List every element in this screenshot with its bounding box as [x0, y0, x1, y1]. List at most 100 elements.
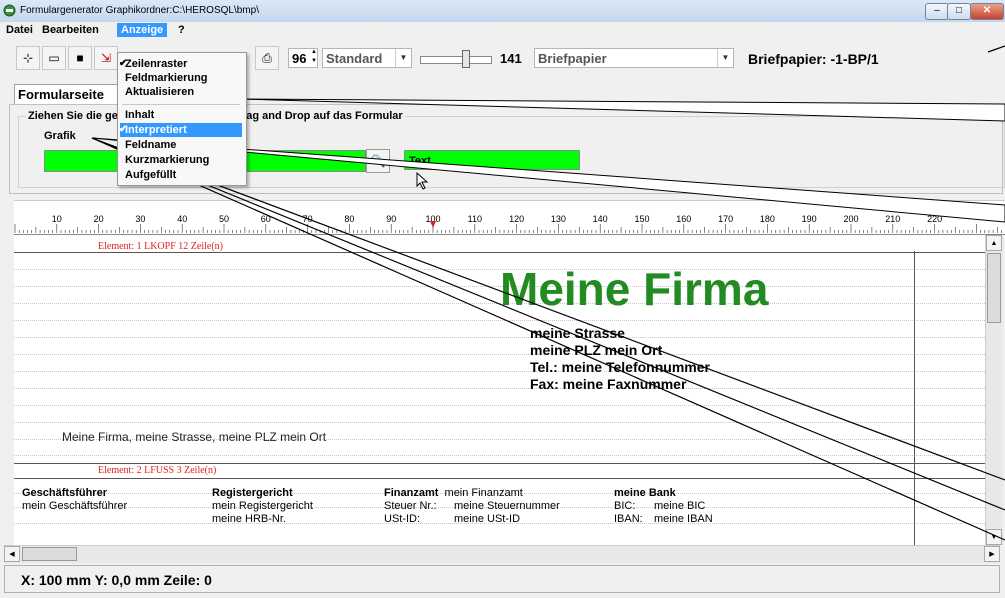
gf-value: mein Geschäftsführer	[22, 500, 128, 512]
chevron-down-icon[interactable]: ▼	[717, 49, 733, 67]
style-select[interactable]: Standard ▼	[322, 48, 412, 68]
scroll-down-icon[interactable]: ▼	[986, 529, 1002, 545]
ruler-label: 70	[303, 214, 313, 224]
app-icon	[3, 4, 16, 17]
scroll-right-icon[interactable]: ▶	[984, 546, 1000, 562]
ruler-label: 110	[468, 214, 482, 224]
iban-label: IBAN:	[614, 513, 643, 525]
vertical-scroll-thumb[interactable]	[987, 253, 1001, 323]
margin-line	[914, 251, 915, 545]
scroll-up-icon[interactable]: ▲	[986, 235, 1002, 251]
menu-help[interactable]: ?	[174, 23, 189, 37]
grid-row-line	[14, 388, 989, 389]
ruler-label: 20	[94, 214, 104, 224]
ruler-label: 90	[386, 214, 396, 224]
st-label: Steuer Nr.:	[384, 500, 437, 512]
menu-item-aufgefuellt[interactable]: Aufgefüllt	[120, 168, 242, 182]
vertical-scrollbar[interactable]: ▲ ▼	[985, 235, 1003, 545]
open-icon[interactable]: ▭	[42, 46, 66, 70]
ruler-label: 30	[135, 214, 145, 224]
minimize-button[interactable]: –	[925, 3, 949, 20]
check-icon: ✔	[119, 58, 128, 69]
footer-col-fa-values: meine Steuernummer meine USt-ID	[454, 500, 560, 526]
horizontal-scrollbar[interactable]: ◀ ▶	[4, 545, 1000, 563]
menu-item-aktualisieren[interactable]: Aktualisieren	[120, 85, 242, 99]
status-bar: X: 100 mm Y: 0,0 mm Zeile: 0	[4, 565, 1000, 593]
ruler-scale: 10 20 30 40 50 60 70 80 90 100 110 120 130 140 150 160 1…	[14, 214, 1002, 233]
ruler-label: 210	[885, 214, 900, 224]
footer-col-bank-values: meine BIC meine IBAN	[654, 500, 713, 526]
export-icon[interactable]: ⇲	[94, 46, 118, 70]
bic-value: meine BIC	[654, 500, 706, 512]
print-icon[interactable]: ⎙	[255, 46, 279, 70]
title-bar: Formulargenerator Graphikordner:C:\HEROS…	[0, 0, 1005, 23]
element-1-label: Element: 1 LKOPF 12 Zeile(n)	[98, 241, 223, 252]
gf-heading: Geschäftsführer	[22, 487, 107, 499]
chevron-down-icon[interactable]: ▼	[395, 49, 411, 67]
fa-heading: Finanzamt	[384, 487, 439, 499]
save-icon[interactable]: ■	[68, 46, 92, 70]
menu-item-zeilenraster[interactable]: ✔ Zeilenraster	[119, 57, 242, 71]
element-2-label: Element: 2 LFUSS 3 Zeile(n)	[98, 465, 217, 476]
grafik-label: Grafik	[44, 130, 76, 142]
grid-row-line	[14, 405, 989, 406]
menu-item-interpretiert[interactable]: ✔ Interpretiert	[119, 123, 242, 137]
header-bottom-line	[14, 463, 989, 464]
st-value: meine Steuernummer	[454, 500, 560, 512]
ruler-label: 170	[718, 214, 733, 224]
zoom-spinner-icon[interactable]: ▲ ▼	[310, 48, 318, 68]
tab-formularseite[interactable]: Formularseite	[14, 84, 124, 104]
grid-row-line	[14, 337, 989, 338]
ruler-label: 120	[509, 214, 524, 224]
ruler-label: 160	[676, 214, 691, 224]
address-street: meine Strasse	[530, 325, 625, 341]
cursor-icon	[416, 172, 429, 190]
ruler-label: 10	[52, 214, 62, 224]
maximize-button[interactable]: □	[947, 3, 971, 20]
scroll-left-icon[interactable]: ◀	[4, 546, 20, 562]
grid-row-line	[14, 455, 989, 456]
bank-heading: meine Bank	[614, 487, 676, 499]
window-title: Formulargenerator Graphikordner:C:\HEROS…	[20, 5, 259, 16]
element-2-divider	[14, 478, 989, 479]
check-icon: ✔	[119, 124, 128, 135]
menu-bar: Datei Bearbeiten Anzeige ?	[0, 22, 1005, 38]
text-field[interactable]: Text	[404, 150, 580, 170]
bic-label: BIC:	[614, 500, 636, 512]
horizontal-scroll-thumb[interactable]	[22, 547, 77, 561]
fa-value: mein Finanzamt	[444, 487, 523, 499]
reg-value-2: meine HRB-Nr.	[212, 513, 286, 525]
menu-item-kurzmarkierung[interactable]: Kurzmarkierung	[120, 153, 242, 167]
address-phone: Tel.: meine Telefonnummer	[530, 359, 710, 375]
paper-select[interactable]: Briefpapier ▼	[534, 48, 734, 68]
ruler-label: 40	[177, 214, 187, 224]
page-number: 141	[500, 51, 522, 66]
zoom-slider[interactable]	[420, 56, 492, 64]
ruler-label: 50	[219, 214, 229, 224]
grid-row-line	[14, 320, 989, 321]
menu-item-feldname[interactable]: Feldname	[120, 138, 242, 152]
ruler-label: 140	[593, 214, 608, 224]
grid-row-line	[14, 422, 989, 423]
menu-item-inhalt[interactable]: Inhalt	[120, 108, 242, 122]
style-select-value: Standard	[326, 51, 383, 66]
ruler-label: 220	[927, 214, 942, 224]
menu-datei[interactable]: Datei	[2, 23, 37, 37]
footer-col-gf: Geschäftsführer mein Geschäftsführer	[22, 487, 127, 513]
ruler-label: 180	[760, 214, 775, 224]
magnifier-icon[interactable]: 🔍	[366, 149, 390, 173]
footer-address: Meine Firma, meine Strasse, meine PLZ me…	[62, 430, 327, 444]
zoom-slider-thumb[interactable]	[462, 50, 470, 68]
ruler-label: 190	[802, 214, 817, 224]
reg-heading: Registergericht	[212, 487, 293, 499]
menu-item-feldmarkierung[interactable]: Feldmarkierung	[120, 71, 242, 85]
company-name: Meine Firma	[500, 263, 769, 315]
menu-bearbeiten[interactable]: Bearbeiten	[38, 23, 103, 37]
ruler-position-marker	[430, 221, 436, 228]
ust-value: meine USt-ID	[454, 513, 521, 525]
menu-anzeige[interactable]: Anzeige	[117, 23, 168, 37]
close-button[interactable]: ✕	[970, 3, 1004, 20]
element-1-divider	[14, 252, 989, 253]
new-icon[interactable]: ⊹	[16, 46, 40, 70]
anzeige-menu: ✔ Zeilenraster Feldmarkierung Aktualisier…	[117, 52, 247, 186]
